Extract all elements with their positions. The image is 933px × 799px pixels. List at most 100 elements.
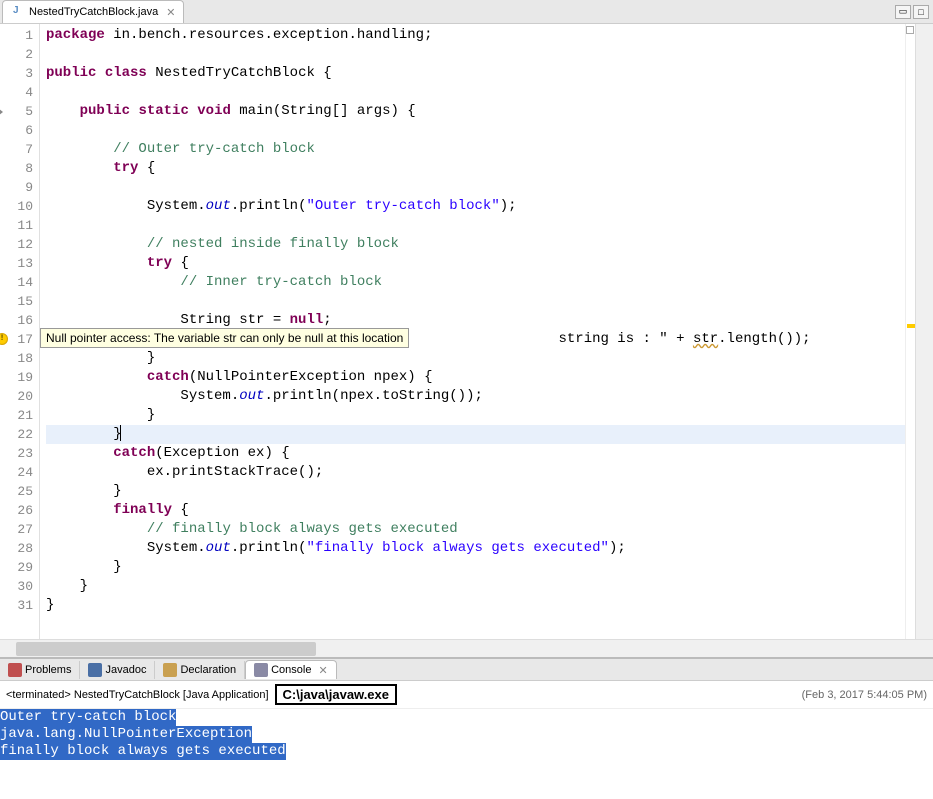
line-number: 14 (0, 273, 33, 292)
line-number: 2 (0, 45, 33, 64)
line-number: 30 (0, 577, 33, 596)
line-number: 10 (0, 197, 33, 216)
code-line[interactable] (46, 292, 905, 311)
line-number: 15 (0, 292, 33, 311)
code-line[interactable] (46, 45, 905, 64)
bottom-panel: Problems Javadoc Declaration Console ✕ <term… (0, 657, 933, 799)
console-timestamp: (Feb 3, 2017 5:44:05 PM) (802, 689, 927, 701)
tab-label: Console (271, 664, 311, 676)
line-number: 31 (0, 596, 33, 615)
tab-problems[interactable]: Problems (0, 661, 80, 679)
line-number: 28 (0, 539, 33, 558)
line-number: 22 (0, 425, 33, 444)
line-number: 21 (0, 406, 33, 425)
code-line[interactable]: } (46, 596, 905, 615)
tab-declaration[interactable]: Declaration (155, 661, 245, 679)
code-line[interactable]: // nested inside finally block (46, 235, 905, 254)
code-line[interactable] (46, 83, 905, 102)
window-controls: ▭ □ (895, 5, 929, 19)
code-line[interactable]: } (46, 349, 905, 368)
horizontal-scrollbar[interactable] (0, 639, 933, 657)
console-line[interactable]: java.lang.NullPointerException (0, 726, 252, 743)
line-number: 6 (0, 121, 33, 140)
hover-tooltip: Null pointer access: The variable str ca… (40, 328, 409, 348)
line-number: 24 (0, 463, 33, 482)
tab-console[interactable]: Console ✕ (245, 660, 337, 679)
line-number: 29 (0, 558, 33, 577)
close-icon[interactable]: ✕ (166, 6, 175, 19)
code-line[interactable]: } (46, 406, 905, 425)
code-line[interactable]: // finally block always gets executed (46, 520, 905, 539)
line-number: 23 (0, 444, 33, 463)
editor-area: 1234567891011121314151617!18192021222324… (0, 24, 933, 639)
console-exe-path: C:\java\javaw.exe (275, 684, 397, 705)
code-line[interactable]: System.out.println("Outer try-catch bloc… (46, 197, 905, 216)
horizontal-scrollbar-thumb[interactable] (16, 642, 316, 656)
line-number: 3 (0, 64, 33, 83)
code-line[interactable]: } (46, 482, 905, 501)
tab-label: Problems (25, 664, 71, 676)
code-line[interactable]: ex.printStackTrace(); (46, 463, 905, 482)
console-icon (254, 663, 268, 677)
code-line[interactable]: public static void main(String[] args) { (46, 102, 905, 121)
line-number: 5 (0, 102, 33, 121)
console-line[interactable]: finally block always gets executed (0, 743, 286, 760)
code-line[interactable] (46, 121, 905, 140)
code-line[interactable]: package in.bench.resources.exception.han… (46, 26, 905, 45)
console-header: <terminated> NestedTryCatchBlock [Java A… (0, 681, 933, 709)
line-number: 9 (0, 178, 33, 197)
line-number: 18 (0, 349, 33, 368)
maximize-button[interactable]: □ (913, 5, 929, 19)
line-number: 16 (0, 311, 33, 330)
line-number: 17! (0, 330, 33, 349)
line-number: 11 (0, 216, 33, 235)
overview-warning-marker[interactable] (907, 324, 915, 328)
code-line[interactable]: System.out.println("finally block always… (46, 539, 905, 558)
code-line[interactable]: public class NestedTryCatchBlock { (46, 64, 905, 83)
code-line[interactable]: catch(NullPointerException npex) { (46, 368, 905, 387)
line-number: 19 (0, 368, 33, 387)
line-number: 4 (0, 83, 33, 102)
editor-tab[interactable]: NestedTryCatchBlock.java ✕ (2, 0, 184, 23)
code-line[interactable]: // Outer try-catch block (46, 140, 905, 159)
code-line[interactable] (46, 178, 905, 197)
code-line[interactable]: // Inner try-catch block (46, 273, 905, 292)
overview-ruler[interactable] (905, 24, 915, 639)
line-number: 27 (0, 520, 33, 539)
close-icon[interactable]: ✕ (318, 664, 327, 677)
code-line[interactable] (46, 216, 905, 235)
ide-window: NestedTryCatchBlock.java ✕ ▭ □ 123456789… (0, 0, 933, 799)
minimize-button[interactable]: ▭ (895, 5, 911, 19)
code-line[interactable]: } (46, 558, 905, 577)
console-output[interactable]: Outer try-catch blockjava.lang.NullPoint… (0, 709, 933, 760)
line-number: 20 (0, 387, 33, 406)
line-number: 25 (0, 482, 33, 501)
line-number: 12 (0, 235, 33, 254)
line-number-gutter[interactable]: 1234567891011121314151617!18192021222324… (0, 24, 40, 639)
javadoc-icon (88, 663, 102, 677)
text-cursor (120, 425, 121, 441)
line-number: 1 (0, 26, 33, 45)
console-line[interactable]: Outer try-catch block (0, 709, 176, 726)
line-number: 13 (0, 254, 33, 273)
code-line[interactable]: System.out.println(npex.toString()); (46, 387, 905, 406)
overview-status-icon (906, 26, 914, 34)
warning-icon[interactable]: ! (0, 333, 8, 345)
code-line[interactable]: } (46, 577, 905, 596)
tab-filename: NestedTryCatchBlock.java (29, 6, 158, 18)
editor-tab-bar: NestedTryCatchBlock.java ✕ ▭ □ (0, 0, 933, 24)
tab-label: Javadoc (105, 664, 146, 676)
tab-label: Declaration (180, 664, 236, 676)
code-line[interactable]: } (46, 425, 905, 444)
tab-javadoc[interactable]: Javadoc (80, 661, 155, 679)
problems-icon (8, 663, 22, 677)
line-number: 8 (0, 159, 33, 178)
line-number: 26 (0, 501, 33, 520)
code-line[interactable]: try { (46, 159, 905, 178)
code-line[interactable]: finally { (46, 501, 905, 520)
code-line[interactable]: catch(Exception ex) { (46, 444, 905, 463)
bottom-tabs: Problems Javadoc Declaration Console ✕ (0, 659, 933, 681)
line-number: 7 (0, 140, 33, 159)
vertical-scrollbar[interactable] (915, 24, 933, 639)
code-line[interactable]: try { (46, 254, 905, 273)
